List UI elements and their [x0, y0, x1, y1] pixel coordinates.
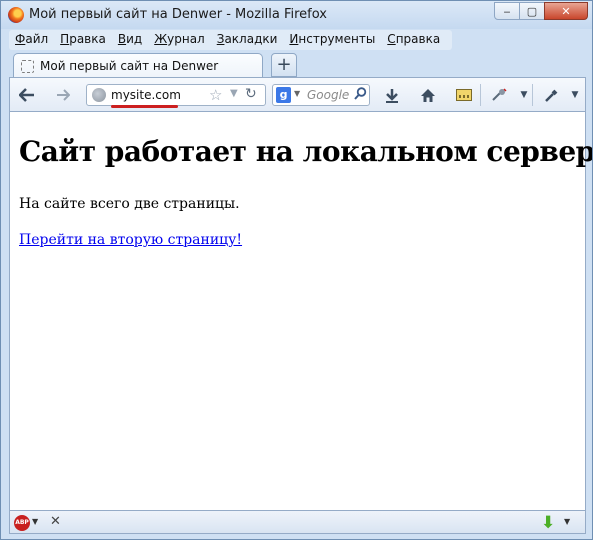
- menu-help-label: Справка: [387, 32, 441, 46]
- minimize-button[interactable]: ‒: [494, 2, 520, 20]
- window-title: Мой первый сайт на Denwer - Mozilla Fire…: [29, 7, 328, 22]
- search-placeholder: Google: [307, 88, 350, 102]
- url-text: mysite.com: [111, 88, 181, 102]
- adblock-dropdown-icon[interactable]: ▼: [32, 517, 38, 526]
- bookmark-star-icon[interactable]: ☆: [209, 86, 222, 104]
- download-dropdown-icon[interactable]: ▼: [564, 517, 570, 526]
- new-tab-button[interactable]: +: [271, 53, 297, 77]
- back-button[interactable]: [18, 86, 36, 104]
- close-addon-bar-icon[interactable]: ✕: [50, 514, 61, 529]
- eyedropper-icon: [544, 89, 557, 102]
- tools-button[interactable]: [542, 86, 560, 104]
- menu-edit-label: Правка: [60, 32, 106, 46]
- forward-arrow-icon: [57, 89, 70, 101]
- close-button[interactable]: ✕: [544, 2, 588, 20]
- menu-view[interactable]: Вид: [112, 30, 148, 50]
- page-heading: Сайт работает на локальном сервере!: [19, 135, 593, 168]
- menu-tools[interactable]: Инструменты: [283, 30, 381, 50]
- menu-file-label: Файл: [15, 32, 49, 46]
- home-icon: [421, 88, 435, 102]
- addon-dropdown-icon[interactable]: ▼: [515, 86, 533, 104]
- bookmarks-bar-button[interactable]: [455, 86, 473, 104]
- menu-history[interactable]: Журнал: [148, 30, 211, 50]
- maximize-icon: ▢: [526, 4, 538, 18]
- menu-history-label: Журнал: [154, 32, 205, 46]
- plus-icon: +: [276, 54, 292, 75]
- downloads-button[interactable]: [383, 86, 401, 104]
- navigation-toolbar: mysite.com ☆ ▼ ↻ g ▼ Google ▼ ▼: [9, 77, 586, 112]
- minimize-icon: ‒: [503, 4, 511, 18]
- download-status-icon[interactable]: ⬇: [541, 513, 555, 533]
- menu-tools-label: Инструменты: [289, 32, 376, 46]
- page-viewport: Сайт работает на локальном сервере! На с…: [9, 112, 592, 510]
- url-bar[interactable]: mysite.com ☆ ▼ ↻: [86, 84, 266, 108]
- toolbar-separator: [480, 84, 481, 106]
- tab-active[interactable]: Мой первый сайт на Denwer: [13, 53, 263, 79]
- menu-bookmarks-label: Закладки: [216, 32, 278, 46]
- page-paragraph: На сайте всего две страницы.: [19, 196, 240, 212]
- menu-bookmarks[interactable]: Закладки: [211, 30, 284, 50]
- firefox-logo-icon: [8, 7, 24, 23]
- back-arrow-icon: [19, 88, 34, 102]
- window-controls: ‒ ▢ ✕: [494, 2, 588, 20]
- google-engine-icon[interactable]: g: [276, 87, 291, 103]
- tools-dropdown-icon[interactable]: ▼: [566, 86, 584, 104]
- addon-button[interactable]: [490, 86, 508, 104]
- bookmarks-bar-icon: [456, 89, 472, 101]
- globe-icon: [92, 88, 106, 102]
- addon-icon: [492, 88, 507, 101]
- reload-icon[interactable]: ↻: [245, 86, 257, 102]
- adblock-plus-icon[interactable]: ABP: [14, 515, 30, 531]
- blank-page-icon: [21, 60, 34, 73]
- home-button[interactable]: [419, 86, 437, 104]
- second-page-link[interactable]: Перейти на вторую страницу!: [19, 232, 242, 248]
- search-engine-dropdown-icon[interactable]: ▼: [294, 89, 300, 98]
- search-bar[interactable]: g ▼ Google: [272, 84, 370, 106]
- menu-help[interactable]: Справка: [381, 30, 446, 50]
- addon-bar: ABP ▼ ✕ ⬇ ▼: [9, 510, 586, 534]
- menu-view-label: Вид: [117, 32, 143, 46]
- forward-button[interactable]: [54, 86, 72, 104]
- url-highlight-underline: [111, 105, 178, 108]
- url-history-dropdown-icon[interactable]: ▼: [230, 88, 238, 99]
- tab-label: Мой первый сайт на Denwer: [40, 59, 219, 73]
- toolbar-separator-2: [532, 84, 533, 106]
- maximize-button[interactable]: ▢: [519, 2, 545, 20]
- title-bar: Мой первый сайт на Denwer - Mozilla Fire…: [1, 1, 592, 29]
- menu-bar: Файл Правка Вид Журнал Закладки Инструме…: [9, 30, 453, 50]
- browser-window: Мой первый сайт на Denwer - Mozilla Fire…: [0, 0, 593, 540]
- menu-file[interactable]: Файл: [9, 30, 54, 50]
- search-icon[interactable]: [354, 87, 367, 104]
- menu-edit[interactable]: Правка: [54, 30, 112, 50]
- download-icon: [386, 88, 398, 103]
- close-icon: ✕: [561, 4, 571, 18]
